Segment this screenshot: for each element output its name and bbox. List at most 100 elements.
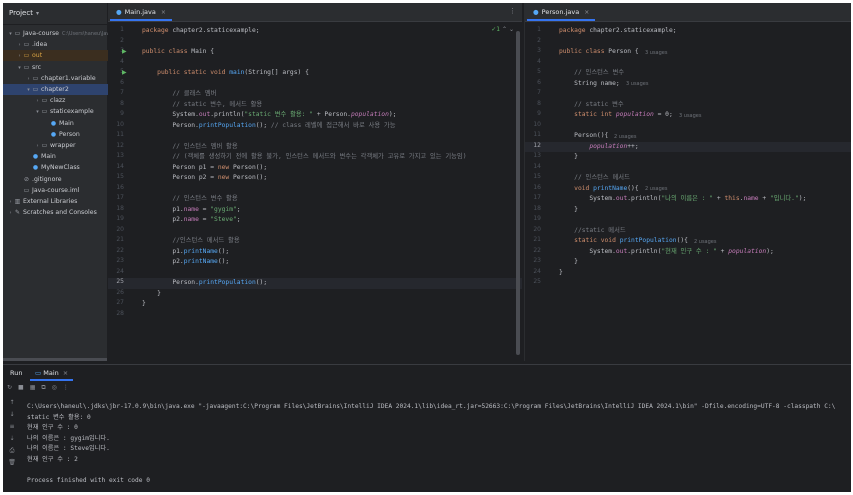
tree-item[interactable]: › ▭ out (3, 50, 120, 62)
code-line[interactable]: } (559, 152, 578, 163)
code-line[interactable]: // 인스턴스 메서드 (559, 173, 630, 184)
usages-hint[interactable]: 2 usages (645, 184, 667, 195)
line-number: 22 (116, 246, 124, 254)
usages-hint[interactable]: 3 usages (679, 111, 701, 122)
tree-item[interactable]: ⊘ .gitignore (3, 174, 62, 185)
project-panel-header[interactable]: Project ▾ (3, 3, 107, 25)
tree-item[interactable]: ▭ Java-course.iml (3, 185, 80, 196)
tab-person-java[interactable]: ● Person.java × (527, 3, 596, 21)
scroll-end-icon[interactable]: ⇣ (7, 435, 17, 447)
run-gutter-icon[interactable]: ▶ (122, 48, 127, 55)
code-line[interactable]: Person p2 = new Person(); (142, 173, 267, 184)
code-line[interactable]: package chapter2.staticexample; (559, 26, 677, 37)
tree-item[interactable]: › ▭ wrapper (3, 140, 76, 151)
more-icon[interactable]: ⋮ (509, 7, 516, 15)
usages-hint[interactable]: 2 usages (694, 237, 716, 248)
code-line[interactable]: public class Main { (142, 47, 214, 58)
code-line[interactable]: // 클래스 멤버 (142, 89, 216, 100)
run-gutter-icon[interactable]: ▶ (122, 69, 127, 76)
down-arrow-icon[interactable]: ↓ (7, 411, 17, 423)
editor-person[interactable]: ● Person.java × 1 package chapter2.staticex… (524, 3, 851, 361)
code-line[interactable]: // 인스턴스 멤버 활용 (142, 142, 237, 153)
tree-item-label: wrapper (50, 142, 76, 149)
tree-item[interactable]: ▾ ▭ src (3, 62, 41, 73)
tree-item[interactable]: › ▭ chapter1.variable (3, 73, 96, 84)
code-line[interactable]: // 인스턴스 변수 활용 (142, 194, 237, 205)
more-icon[interactable]: ⋮ (63, 384, 69, 391)
print-icon[interactable]: ⎙ (7, 447, 17, 459)
tree-item[interactable]: ● Main (3, 118, 74, 129)
code-line[interactable]: } (559, 205, 578, 216)
code-line[interactable]: package chapter2.staticexample; (142, 26, 260, 37)
code-line[interactable]: population++; (559, 142, 638, 153)
tree-item[interactable]: › ▭ clazz (3, 95, 66, 106)
project-scrollbar[interactable] (3, 358, 107, 361)
tree-item[interactable]: › ▭ .idea (3, 39, 48, 50)
code-line[interactable]: public static void main(String[] args) { (142, 68, 309, 79)
rerun-icon[interactable]: ↻ (7, 384, 12, 391)
layout-icon[interactable]: ▦ (30, 384, 36, 391)
camera-icon[interactable]: ◎ (52, 384, 57, 391)
code-line[interactable]: } (142, 289, 161, 300)
tree-item[interactable]: › ✎ Scratches and Consoles (3, 207, 97, 218)
code-line[interactable]: //인스턴스 메서드 활용 (142, 236, 239, 247)
tree-item[interactable]: ▾ ▭ staticexample (3, 106, 93, 117)
code-line[interactable]: p2.name = "Steve"; (142, 215, 240, 226)
close-icon[interactable]: × (63, 369, 68, 377)
chevron-right-icon[interactable]: › (7, 208, 14, 219)
code-line[interactable]: String name; (559, 79, 620, 90)
close-icon[interactable]: × (584, 9, 589, 16)
nav-arrows-icon[interactable]: ⌃ ⌄ (502, 26, 514, 33)
restore-icon[interactable]: ⧉ (41, 384, 45, 391)
usages-hint[interactable]: 3 usages (645, 48, 667, 59)
up-arrow-icon[interactable]: ↑ (7, 399, 17, 411)
code-line[interactable]: Person(){ (559, 131, 608, 142)
code-line[interactable]: System.out.println("static 변수 활용: " + Pe… (142, 110, 396, 121)
code-area-main[interactable]: ✓1 ⌃ ⌄ 1 package chapter2.staticexample; 2… (108, 23, 522, 361)
code-line[interactable]: void printName(){ (559, 184, 638, 195)
tab-main-java[interactable]: ● Main.java × (110, 3, 172, 21)
editor-tabs-right: ● Person.java × (525, 3, 851, 22)
code-line[interactable]: } (142, 299, 146, 310)
code-line[interactable]: // 인스턴스 변수 (559, 68, 624, 79)
code-line[interactable]: static int population = 0; (559, 110, 673, 121)
chevron-down-icon[interactable]: ▾ (36, 10, 39, 17)
editor-main[interactable]: ● Main.java × ⋮ ✓1 ⌃ ⌄ 1 package chapter2.s… (108, 3, 522, 361)
stop-icon[interactable]: ■ (18, 384, 24, 391)
code-line[interactable]: static void printPopulation(){ (559, 236, 688, 247)
code-line[interactable]: // static 변수, 메서드 활용 (142, 100, 262, 111)
line-number: 1 (120, 26, 124, 33)
code-line[interactable]: System.out.println("나의 이름은 : " + this.na… (559, 194, 806, 205)
line-number: 17 (116, 194, 124, 201)
code-line[interactable]: } (559, 268, 563, 279)
tree-item[interactable]: ▾ ▭ Java-course C:\Users\haneu\Jav (3, 28, 109, 39)
code-line[interactable]: public class Person { (559, 47, 639, 58)
code-line[interactable]: // (객체를 생성하기 전에 활용 불가, 인스턴스 메서드와 변수는 각객체… (142, 152, 466, 163)
code-line[interactable]: System.out.println("현재 인구 수 : " + popula… (559, 247, 773, 258)
tree-item-label: .gitignore (32, 175, 62, 183)
code-area-person[interactable]: 1 package chapter2.staticexample; 2 3 public… (525, 23, 851, 361)
usages-hint[interactable]: 2 usages (614, 132, 636, 143)
code-line[interactable]: Person p1 = new Person(); (142, 163, 267, 174)
run-tab-main[interactable]: ▭ Main × (30, 365, 74, 381)
tree-item[interactable]: ● MyNewClass (3, 162, 80, 173)
tree-item[interactable]: › ▥ External Libraries (3, 196, 78, 207)
console-line: static 변수 활용: 0 (27, 413, 91, 421)
wrap-icon[interactable]: ≡ (7, 423, 17, 435)
editor-scrollbar[interactable] (516, 31, 520, 355)
code-line[interactable]: Person.printPopulation(); (142, 278, 267, 289)
line-number: 20 (116, 225, 124, 233)
tree-item[interactable]: ● Main (3, 151, 56, 162)
code-line[interactable]: p1.printName(); (142, 247, 229, 258)
close-icon[interactable]: × (161, 9, 166, 16)
usages-hint[interactable]: 3 usages (626, 79, 648, 90)
code-line[interactable]: //static 메서드 (559, 226, 626, 237)
inspection-widget[interactable]: ✓1 ⌃ ⌄ (491, 26, 514, 33)
code-line[interactable]: p1.name = "gygim"; (142, 205, 240, 216)
code-line[interactable]: // static 변수 (559, 100, 624, 111)
tree-item[interactable]: ● Person (3, 129, 80, 140)
code-line[interactable]: } (559, 257, 578, 268)
code-line[interactable]: p2.printName(); (142, 257, 229, 268)
code-line[interactable]: Person.printPopulation(); // class 레벨에 접… (142, 121, 395, 132)
trash-icon[interactable]: 🗑 (7, 459, 17, 471)
